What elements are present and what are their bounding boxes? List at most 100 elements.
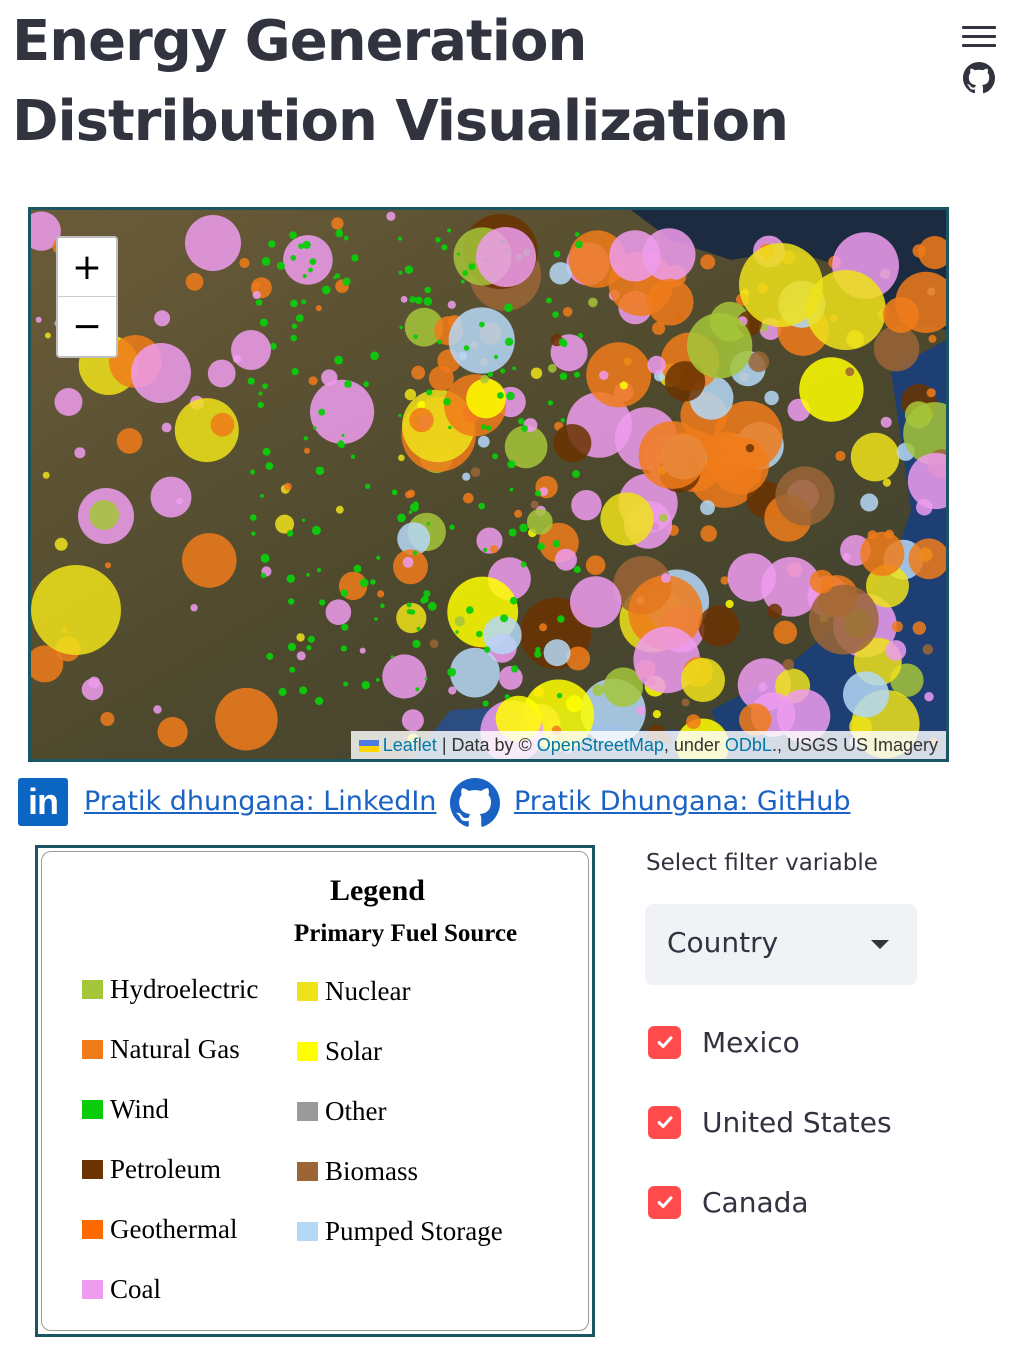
plant-marker[interactable] — [506, 391, 515, 401]
checkbox[interactable] — [648, 1105, 681, 1139]
plant-marker[interactable] — [325, 599, 352, 625]
plant-marker[interactable] — [266, 652, 274, 660]
plant-marker[interactable] — [447, 300, 456, 309]
plant-marker[interactable] — [586, 342, 652, 408]
plant-marker[interactable] — [306, 645, 312, 651]
plant-marker[interactable] — [880, 416, 892, 428]
plant-marker[interactable] — [427, 601, 437, 611]
plant-marker[interactable] — [767, 603, 783, 619]
plant-marker[interactable] — [924, 692, 934, 702]
plant-marker[interactable] — [215, 687, 278, 751]
plant-marker[interactable] — [340, 645, 347, 652]
zoom-out-button[interactable]: − — [58, 297, 116, 356]
plant-marker[interactable] — [507, 460, 516, 469]
plant-marker[interactable] — [302, 240, 311, 249]
plant-marker[interactable] — [476, 630, 483, 638]
country-checkbox-row[interactable]: Mexico — [648, 1022, 800, 1062]
plant-marker[interactable] — [476, 527, 503, 554]
plant-marker[interactable] — [460, 279, 465, 284]
plant-marker[interactable] — [642, 228, 696, 282]
plant-marker[interactable] — [559, 372, 568, 381]
plant-marker[interactable] — [406, 609, 412, 615]
plant-marker[interactable] — [359, 647, 366, 654]
plant-marker[interactable] — [571, 490, 602, 521]
plant-marker[interactable] — [476, 227, 536, 287]
plant-marker[interactable] — [54, 537, 68, 551]
plant-marker[interactable] — [519, 523, 528, 533]
plant-marker[interactable] — [504, 337, 514, 346]
plant-marker[interactable] — [252, 290, 261, 300]
plant-marker[interactable] — [322, 285, 331, 295]
plant-marker[interactable] — [337, 440, 345, 448]
plant-marker[interactable] — [455, 630, 459, 634]
plant-marker[interactable] — [509, 596, 518, 605]
plant-marker[interactable] — [504, 694, 510, 700]
plant-marker[interactable] — [260, 572, 267, 579]
plant-marker[interactable] — [304, 447, 310, 454]
plant-marker[interactable] — [553, 424, 592, 463]
plant-marker[interactable] — [549, 262, 572, 285]
plant-marker[interactable] — [809, 569, 834, 594]
plant-marker[interactable] — [210, 412, 235, 437]
plant-marker[interactable] — [426, 522, 431, 526]
plant-marker[interactable] — [577, 332, 584, 339]
plant-marker[interactable] — [295, 314, 304, 322]
plant-marker[interactable] — [882, 478, 892, 487]
plant-marker[interactable] — [922, 644, 934, 655]
plant-marker[interactable] — [585, 555, 606, 575]
plant-marker[interactable] — [463, 345, 470, 351]
plant-marker[interactable] — [539, 623, 548, 632]
plant-marker[interactable] — [700, 254, 716, 270]
plant-marker[interactable] — [382, 654, 427, 699]
plant-marker[interactable] — [652, 710, 662, 719]
plant-marker[interactable] — [363, 381, 369, 387]
plant-marker[interactable] — [748, 351, 770, 373]
plant-marker[interactable] — [494, 354, 499, 359]
plant-marker[interactable] — [860, 493, 879, 512]
plant-marker[interactable] — [321, 369, 338, 386]
plant-marker[interactable] — [343, 235, 349, 241]
plant-marker[interactable] — [81, 678, 104, 701]
plant-marker[interactable] — [359, 578, 369, 588]
plant-marker[interactable] — [873, 325, 920, 372]
plant-marker[interactable] — [480, 374, 489, 384]
plant-marker[interactable] — [353, 564, 362, 573]
plant-marker[interactable] — [309, 258, 317, 265]
plant-marker[interactable] — [405, 491, 413, 499]
plant-marker[interactable] — [296, 633, 305, 642]
plant-marker[interactable] — [468, 263, 476, 271]
plant-marker[interactable] — [402, 556, 414, 568]
plant-marker[interactable] — [686, 313, 753, 379]
plant-marker[interactable] — [404, 388, 417, 401]
plant-marker[interactable] — [398, 270, 403, 275]
plant-marker[interactable] — [435, 237, 441, 243]
plant-marker[interactable] — [268, 240, 276, 248]
plant-marker[interactable] — [396, 602, 427, 634]
plant-marker[interactable] — [400, 296, 408, 303]
plant-marker[interactable] — [370, 351, 379, 361]
plant-marker[interactable] — [808, 584, 879, 655]
plant-marker[interactable] — [725, 599, 734, 609]
plant-marker[interactable] — [301, 299, 307, 305]
plant-marker[interactable] — [286, 574, 295, 583]
github-link[interactable]: Pratik Dhungana: GitHub — [514, 786, 850, 817]
plant-marker[interactable] — [291, 323, 298, 329]
plant-marker[interactable] — [449, 524, 455, 530]
plant-marker[interactable] — [259, 318, 268, 327]
plant-marker[interactable] — [552, 311, 559, 318]
plant-marker[interactable] — [512, 366, 517, 371]
plant-marker[interactable] — [276, 261, 285, 270]
plant-marker[interactable] — [477, 435, 490, 448]
plant-marker[interactable] — [287, 642, 296, 652]
country-checkbox-row[interactable]: United States — [648, 1102, 892, 1142]
checkbox[interactable] — [648, 1185, 681, 1219]
plant-marker[interactable] — [335, 229, 344, 238]
plant-marker[interactable] — [416, 626, 421, 631]
plant-marker[interactable] — [290, 255, 297, 261]
plant-marker[interactable] — [588, 297, 598, 308]
plant-marker[interactable] — [443, 398, 451, 406]
plant-marker[interactable] — [413, 334, 419, 339]
plant-marker[interactable] — [562, 307, 573, 317]
plant-marker[interactable] — [344, 380, 352, 388]
plant-marker[interactable] — [351, 254, 359, 262]
